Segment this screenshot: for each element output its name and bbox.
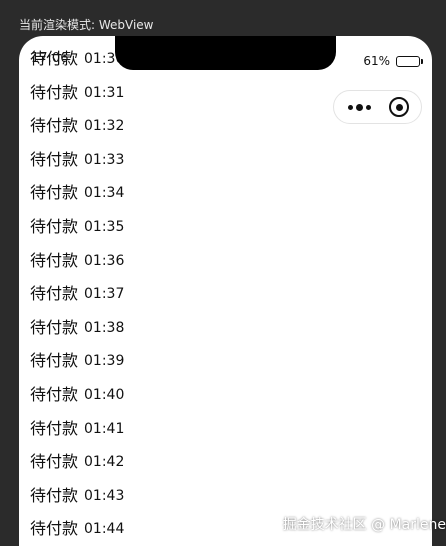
- status-indicators: 61%: [363, 54, 423, 68]
- order-time: 01:38: [84, 319, 125, 336]
- order-status: 待付款: [30, 485, 79, 505]
- order-item[interactable]: 待付款 01:42: [19, 451, 432, 485]
- order-status: 待付款: [30, 149, 79, 169]
- order-time: 01:43: [84, 487, 125, 504]
- render-mode-banner: 当前渲染模式: WebView: [19, 18, 154, 32]
- order-time: 01:44: [84, 521, 125, 538]
- target-icon[interactable]: [389, 97, 409, 117]
- device-notch: [115, 36, 336, 70]
- order-status: 待付款: [30, 452, 79, 472]
- order-status: 待付款: [30, 250, 79, 270]
- order-time: 01:32: [84, 118, 125, 135]
- order-item[interactable]: 待付款 01:39: [19, 350, 432, 384]
- order-item[interactable]: 待付款 01:36: [19, 250, 432, 284]
- miniprogram-capsule: [333, 90, 422, 124]
- order-time: 01:37: [84, 286, 125, 303]
- order-time: 01:33: [84, 151, 125, 168]
- order-item[interactable]: 待付款 01:33: [19, 149, 432, 183]
- order-time: 01:35: [84, 218, 125, 235]
- order-status: 待付款: [30, 384, 79, 404]
- order-status: 待付款: [30, 216, 79, 236]
- order-status: 待付款: [30, 284, 79, 304]
- order-status: 待付款: [30, 351, 79, 371]
- phone-screen: 17:06 61% 待付款 01:30 待付款 01:31 待付款 01:32 待付款 01:…: [19, 36, 432, 546]
- order-time: 01:36: [84, 252, 125, 269]
- status-time: 17:06: [31, 51, 69, 66]
- order-status: 待付款: [30, 183, 79, 203]
- order-status: 待付款: [30, 82, 79, 102]
- order-time: 01:34: [84, 185, 125, 202]
- watermark: 掘金技术社区 @ Marlene: [282, 517, 446, 533]
- battery-icon: [396, 55, 423, 67]
- order-status: 待付款: [30, 116, 79, 136]
- more-dots-icon[interactable]: [348, 103, 371, 111]
- order-time: 01:31: [84, 84, 125, 101]
- order-status: 待付款: [30, 519, 79, 539]
- order-item[interactable]: 待付款 01:37: [19, 283, 432, 317]
- order-time: 01:41: [84, 420, 125, 437]
- battery-percent: 61%: [363, 54, 390, 68]
- order-item[interactable]: 待付款 01:40: [19, 384, 432, 418]
- order-time: 01:40: [84, 386, 125, 403]
- order-time: 01:42: [84, 454, 125, 471]
- order-status: 待付款: [30, 317, 79, 337]
- order-item[interactable]: 待付款 01:34: [19, 182, 432, 216]
- order-item[interactable]: 待付款 01:38: [19, 317, 432, 351]
- order-time: 01:39: [84, 353, 125, 370]
- order-item[interactable]: 待付款 01:35: [19, 216, 432, 250]
- order-status: 待付款: [30, 418, 79, 438]
- order-item[interactable]: 待付款 01:41: [19, 418, 432, 452]
